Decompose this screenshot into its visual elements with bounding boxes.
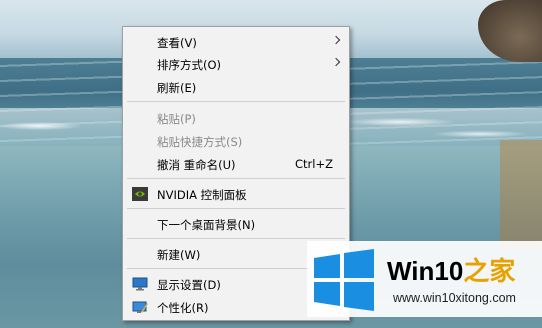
wallpaper-cliff	[500, 140, 542, 250]
menu-separator	[127, 178, 345, 179]
menu-item-label: NVIDIA 控制面板	[157, 188, 247, 202]
menu-item-label: 新建(W)	[157, 248, 201, 262]
submenu-arrow-icon	[331, 35, 341, 45]
menu-item-next-desktop-background[interactable]: 下一个桌面背景(N)	[123, 213, 349, 235]
menu-item-label: 粘贴(P)	[157, 112, 196, 126]
menu-item-undo-rename[interactable]: 撤消 重命名(U) Ctrl+Z	[123, 153, 349, 175]
nvidia-icon	[132, 187, 148, 201]
menu-item-paste[interactable]: 粘贴(P)	[123, 107, 349, 129]
menu-item-label: 排序方式(O)	[157, 58, 222, 72]
menu-item-label: 显示设置(D)	[157, 278, 221, 292]
watermark-url: www.win10xitong.com	[393, 291, 516, 305]
menu-item-label: 撤消 重命名(U)	[157, 158, 236, 172]
watermark-title-zhijia: 之家	[463, 256, 516, 286]
menu-item-label: 刷新(E)	[157, 81, 197, 95]
personalize-icon	[132, 301, 148, 313]
menu-item-shortcut: Ctrl+Z	[295, 157, 333, 171]
submenu-arrow-icon	[331, 57, 341, 67]
menu-item-view[interactable]: 查看(V)	[123, 31, 349, 53]
display-settings-icon	[132, 277, 148, 291]
watermark-title-win10: Win10	[387, 256, 464, 286]
menu-separator	[127, 101, 345, 102]
windows-logo-icon	[314, 249, 374, 311]
menu-item-label: 查看(V)	[157, 36, 197, 50]
win10-watermark: Win10之家 www.win10xitong.com	[307, 241, 542, 317]
menu-separator	[127, 208, 345, 209]
menu-item-paste-shortcut[interactable]: 粘贴快捷方式(S)	[123, 130, 349, 152]
menu-separator	[127, 238, 345, 239]
watermark-title: Win10之家	[387, 251, 515, 288]
menu-item-label: 个性化(R)	[157, 301, 209, 315]
menu-item-refresh[interactable]: 刷新(E)	[123, 76, 349, 98]
menu-item-sort-by[interactable]: 排序方式(O)	[123, 53, 349, 75]
menu-item-label: 下一个桌面背景(N)	[157, 218, 256, 232]
menu-item-label: 粘贴快捷方式(S)	[157, 135, 243, 149]
menu-item-nvidia-control-panel[interactable]: NVIDIA 控制面板	[123, 183, 349, 205]
